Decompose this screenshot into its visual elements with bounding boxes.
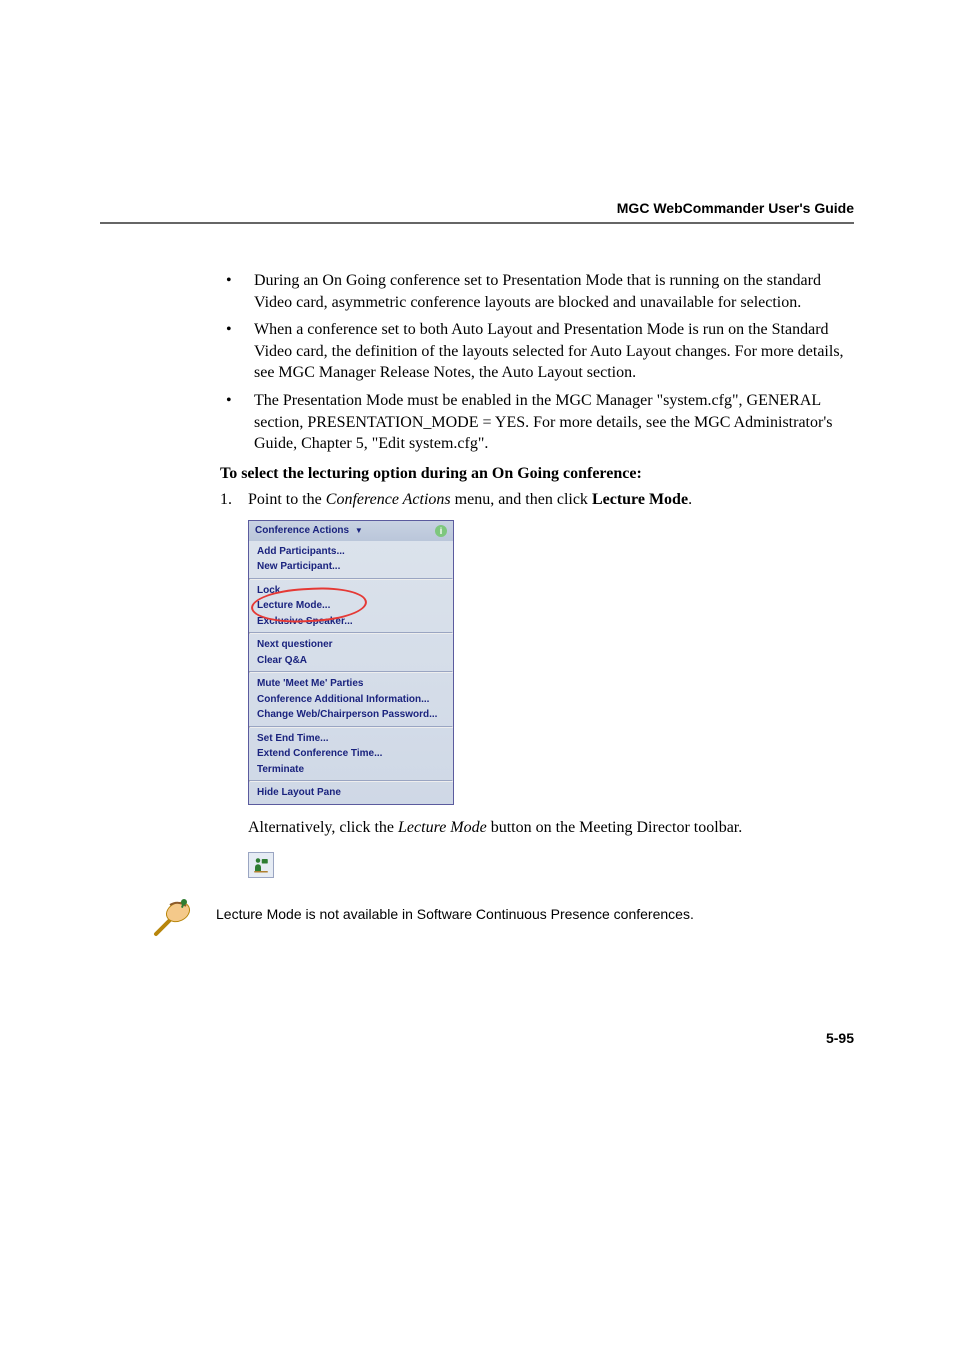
note-text: Lecture Mode is not available in Softwar…	[216, 892, 694, 922]
menu-item-hide-layout-pane[interactable]: Hide Layout Pane	[257, 785, 445, 801]
menu-item-new-participant[interactable]: New Participant...	[257, 559, 445, 575]
lecture-mode-icon	[252, 856, 270, 874]
alt-text: Alternatively, click the	[248, 819, 398, 836]
menu-item-mute-meet-me[interactable]: Mute 'Meet Me' Parties	[257, 676, 445, 692]
step-text: menu, and then click	[451, 491, 592, 508]
header-rule	[100, 222, 854, 224]
note-pin-icon	[150, 892, 198, 940]
list-item: • During an On Going conference set to P…	[220, 270, 854, 313]
menu-item-change-password[interactable]: Change Web/Chairperson Password...	[257, 707, 445, 723]
menu-title-bar[interactable]: Conference Actions ▼ i	[249, 521, 453, 541]
step-body: Point to the Conference Actions menu, an…	[248, 489, 854, 893]
step-item: 1. Point to the Conference Actions menu,…	[220, 489, 854, 893]
menu-item-lock[interactable]: Lock	[257, 583, 445, 599]
menu-item-exclusive-speaker[interactable]: Exclusive Speaker...	[257, 614, 445, 630]
procedure-steps: 1. Point to the Conference Actions menu,…	[220, 489, 854, 893]
menu-item-terminate[interactable]: Terminate	[257, 762, 445, 778]
alternative-text: Alternatively, click the Lecture Mode bu…	[248, 817, 854, 839]
menu-item-lecture-mode[interactable]: Lecture Mode...	[257, 598, 445, 614]
menu-group: Lock Lecture Mode... Exclusive Speaker..…	[249, 580, 453, 633]
bullet-dot-icon: •	[220, 270, 254, 313]
step-text-bold: Lecture Mode	[592, 491, 688, 508]
menu-item-set-end-time[interactable]: Set End Time...	[257, 731, 445, 747]
alt-text: button on the Meeting Director toolbar.	[487, 819, 743, 836]
menu-item-additional-info[interactable]: Conference Additional Information...	[257, 692, 445, 708]
list-item: • When a conference set to both Auto Lay…	[220, 319, 854, 384]
procedure-heading: To select the lecturing option during an…	[220, 465, 854, 483]
bullet-list: • During an On Going conference set to P…	[220, 270, 854, 455]
page-number: 5-95	[100, 1030, 854, 1046]
step-text-italic: Conference Actions	[326, 491, 451, 508]
menu-group: Set End Time... Extend Conference Time..…	[249, 728, 453, 781]
step-number: 1.	[220, 489, 248, 893]
menu-group: Next questioner Clear Q&A	[249, 634, 453, 671]
menu-item-extend-time[interactable]: Extend Conference Time...	[257, 746, 445, 762]
menu-group: Add Participants... New Participant...	[249, 541, 453, 578]
bullet-dot-icon: •	[220, 390, 254, 455]
step-text: .	[688, 491, 692, 508]
list-item: • The Presentation Mode must be enabled …	[220, 390, 854, 455]
bullet-text: During an On Going conference set to Pre…	[254, 270, 854, 313]
bullet-text: When a conference set to both Auto Layou…	[254, 319, 854, 384]
alt-text-italic: Lecture Mode	[398, 819, 487, 836]
conference-actions-menu: Conference Actions ▼ i Add Participants.…	[248, 520, 454, 805]
chevron-down-icon: ▼	[355, 526, 363, 535]
menu-item-next-questioner[interactable]: Next questioner	[257, 637, 445, 653]
page-header-title: MGC WebCommander User's Guide	[100, 200, 854, 216]
note-block: Lecture Mode is not available in Softwar…	[150, 892, 854, 940]
menu-item-clear-qa[interactable]: Clear Q&A	[257, 653, 445, 669]
lecture-mode-toolbar-button[interactable]	[248, 852, 274, 878]
info-icon[interactable]: i	[435, 525, 447, 537]
bullet-text: The Presentation Mode must be enabled in…	[254, 390, 854, 455]
bullet-dot-icon: •	[220, 319, 254, 384]
menu-title-label: Conference Actions	[255, 525, 349, 536]
body-content: • During an On Going conference set to P…	[220, 270, 854, 940]
menu-group: Mute 'Meet Me' Parties Conference Additi…	[249, 673, 453, 726]
menu-group: Hide Layout Pane	[249, 782, 453, 804]
step-text: Point to the	[248, 491, 326, 508]
menu-item-add-participants[interactable]: Add Participants...	[257, 544, 445, 560]
document-page: MGC WebCommander User's Guide • During a…	[0, 0, 954, 1106]
